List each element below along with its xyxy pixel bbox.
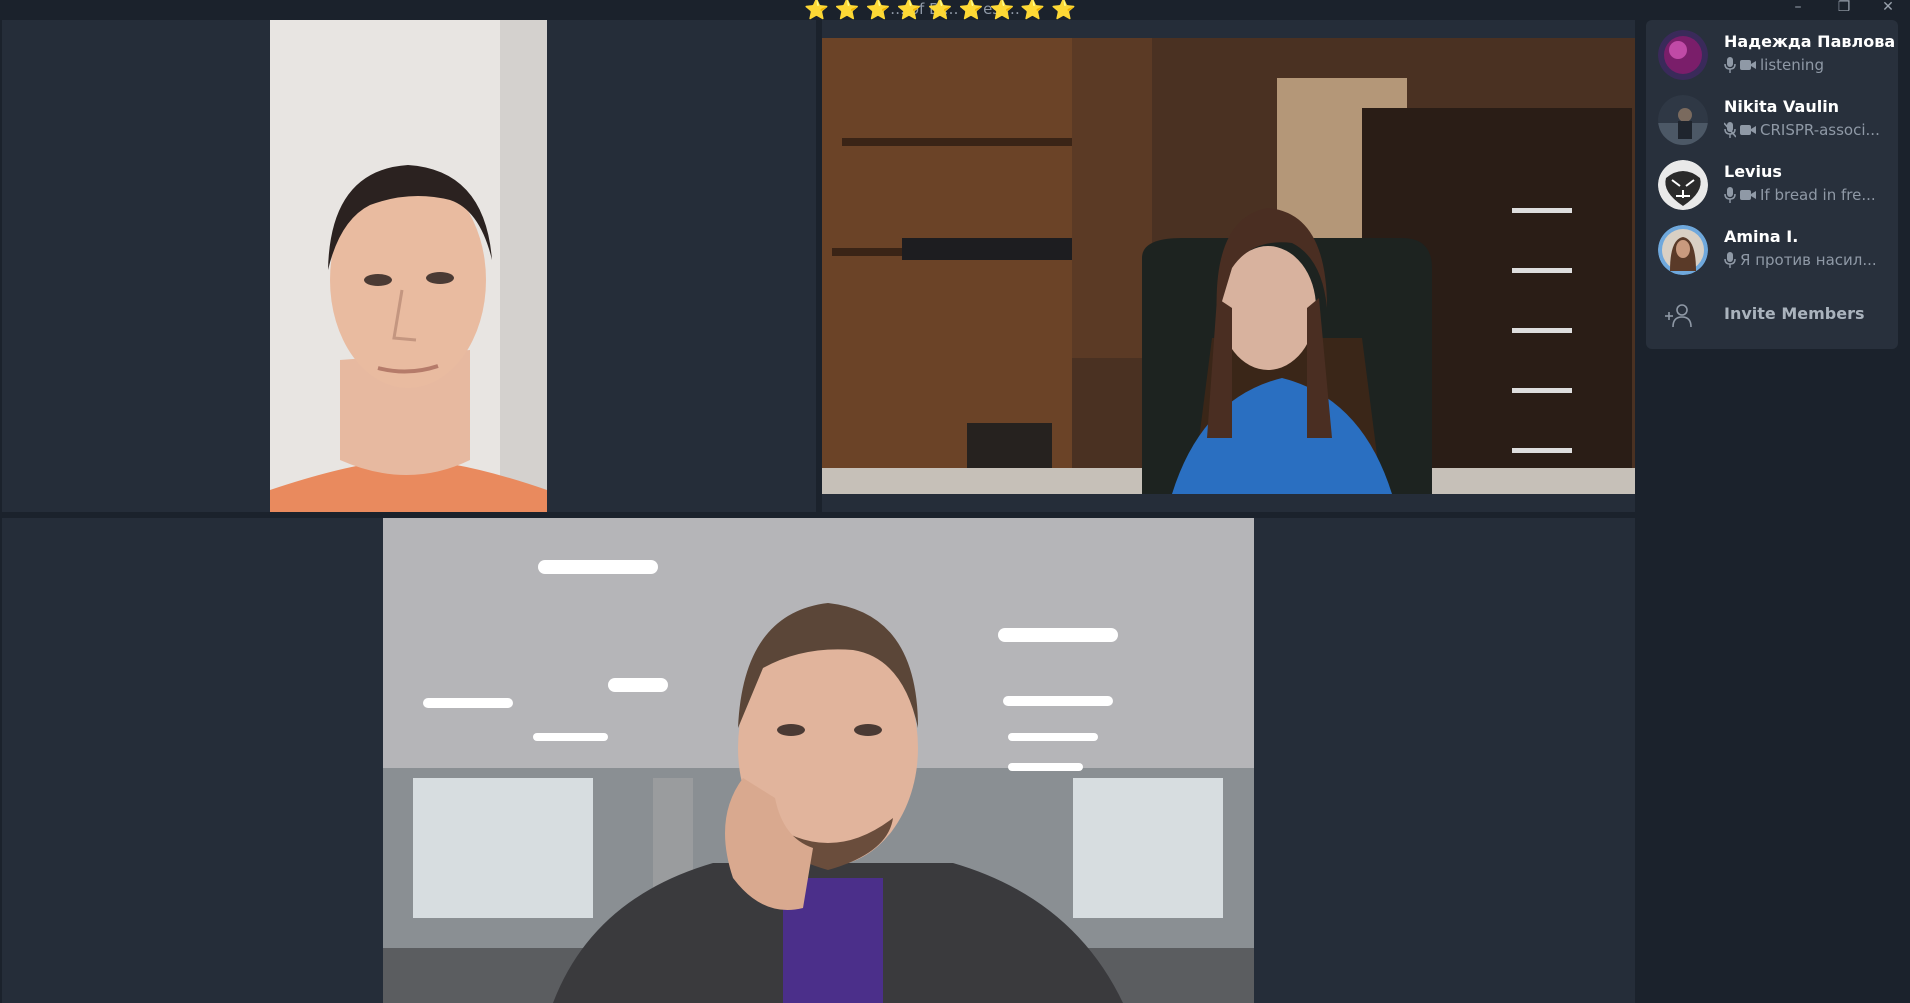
participant-status: listening [1724, 56, 1824, 74]
microphone-icon [1724, 252, 1736, 268]
video-tile-1[interactable] [2, 20, 816, 512]
invite-members-button[interactable]: Invite Members [1646, 290, 1898, 340]
participant-name: Nikita Vaulin [1724, 97, 1840, 116]
star-emoji: ⭐ [1020, 0, 1046, 21]
invite-members-label: Invite Members [1724, 304, 1865, 323]
participant-status-text: Я против насил... [1740, 251, 1877, 269]
microphone-muted-icon [1724, 122, 1736, 138]
camera-icon [1740, 190, 1756, 200]
participant-item[interactable]: Надежда Павлова listening [1646, 24, 1898, 86]
video-stream [383, 518, 1254, 1003]
avatar [1658, 95, 1708, 145]
participant-status-text: listening [1760, 56, 1824, 74]
star-emoji: ⭐ [989, 0, 1015, 21]
participant-status-text: CRISPR-associ... [1760, 121, 1880, 139]
participant-item[interactable]: Levius If bread in fre... [1646, 154, 1898, 216]
participant-item[interactable]: Nikita Vaulin CRISPR-associ... [1646, 89, 1898, 151]
star-emoji: ⭐ [958, 0, 984, 21]
window-titlebar: … of Bi… … es … ⭐ ⭐ ⭐ ⭐ ⭐ ⭐ ⭐ ⭐ ⭐ – ❐ ✕ [0, 0, 1910, 20]
avatar [1658, 160, 1708, 210]
star-emoji: ⭐ [896, 0, 922, 21]
avatar [1658, 30, 1708, 80]
star-emoji: ⭐ [865, 0, 891, 21]
video-tile-3[interactable] [2, 518, 1635, 1003]
star-emoji: ⭐ [834, 0, 860, 21]
microphone-icon [1724, 187, 1736, 203]
camera-icon [1740, 60, 1756, 70]
title-emoji-row: ⭐ ⭐ ⭐ ⭐ ⭐ ⭐ ⭐ ⭐ ⭐ [804, 0, 1076, 20]
participant-video-frame [270, 20, 547, 512]
avatar [1658, 225, 1708, 275]
avatar-photo-dark-icon [1658, 95, 1708, 145]
participant-name: Amina I. [1724, 227, 1799, 246]
avatar-photo-woman-icon [1658, 225, 1708, 275]
video-stream [822, 38, 1635, 494]
participant-status: CRISPR-associ... [1724, 121, 1880, 139]
participant-item[interactable]: Amina I. Я против насил... [1646, 219, 1898, 281]
star-emoji: ⭐ [1051, 0, 1077, 21]
video-stream [270, 20, 547, 512]
camera-icon [1740, 125, 1756, 135]
star-emoji: ⭐ [804, 0, 829, 21]
avatar-tiger-icon [1658, 160, 1708, 210]
participant-video-frame [383, 518, 1254, 1003]
participant-video-frame [822, 38, 1635, 494]
video-tile-2[interactable] [822, 20, 1635, 512]
participant-status: Я против насил... [1724, 251, 1877, 269]
participant-name: Levius [1724, 162, 1782, 181]
participant-status: If bread in fre... [1724, 186, 1876, 204]
add-person-icon [1665, 304, 1692, 328]
participant-name: Надежда Павлова [1724, 32, 1896, 51]
participants-panel: Надежда Павлова listening Nikita Vaulin [1646, 20, 1898, 349]
avatar-purple-icon [1658, 30, 1708, 80]
microphone-icon [1724, 57, 1736, 73]
star-emoji: ⭐ [927, 0, 953, 21]
participant-status-text: If bread in fre... [1760, 186, 1876, 204]
